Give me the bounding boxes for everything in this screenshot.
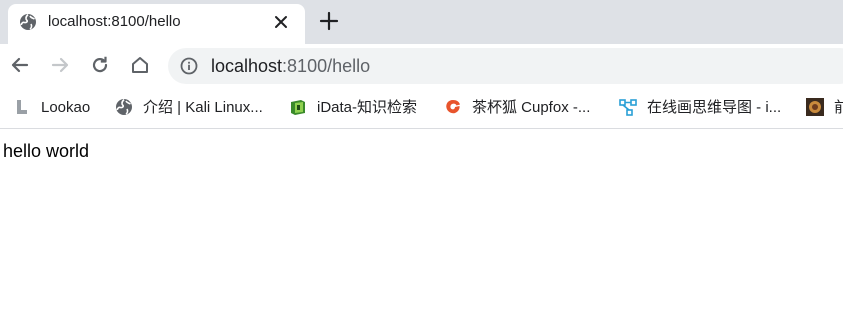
bookmark-label: 前 bbox=[834, 99, 843, 116]
idata-book-icon bbox=[289, 98, 307, 116]
page-content: hello world bbox=[0, 129, 843, 326]
plus-icon[interactable] bbox=[318, 10, 340, 32]
bookmark-label: iData-知识检索 bbox=[317, 99, 418, 116]
address-bar[interactable]: localhost:8100/hello bbox=[168, 48, 843, 84]
reload-icon[interactable] bbox=[89, 54, 111, 76]
lookao-logo-icon bbox=[13, 98, 31, 116]
bookmark-label: 在线画思维导图 - i... bbox=[647, 99, 782, 116]
toolbar: localhost:8100/hello bbox=[0, 44, 843, 88]
bookmarks-bar: Lookao 介绍 | Kali Linux... iData-知识检索 茶杯狐… bbox=[0, 88, 843, 129]
page-body-text: hello world bbox=[3, 141, 90, 161]
url-host: localhost bbox=[211, 56, 283, 76]
tab-strip: localhost:8100/hello bbox=[0, 0, 843, 44]
bookmark-label: Lookao bbox=[41, 99, 91, 116]
globe-icon bbox=[115, 98, 133, 116]
tab-title: localhost:8100/hello bbox=[48, 13, 181, 30]
mindmap-icon bbox=[619, 98, 637, 116]
cupfox-logo-icon bbox=[444, 98, 462, 116]
home-icon[interactable] bbox=[129, 54, 151, 76]
browser-window: localhost:8100/hello localhost:8100/hell… bbox=[0, 0, 843, 326]
globe-icon bbox=[19, 13, 37, 31]
arrow-left-icon[interactable] bbox=[9, 54, 31, 76]
url-path: :8100/hello bbox=[282, 56, 371, 76]
close-icon[interactable] bbox=[272, 13, 290, 31]
thumbnail-icon bbox=[806, 98, 824, 116]
arrow-right-icon[interactable] bbox=[49, 54, 71, 76]
info-icon[interactable] bbox=[180, 57, 198, 75]
active-tab[interactable]: localhost:8100/hello bbox=[8, 4, 305, 44]
bookmark-label: 茶杯狐 Cupfox -... bbox=[472, 99, 591, 116]
url-text: localhost:8100/hello bbox=[211, 56, 370, 76]
bookmark-label: 介绍 | Kali Linux... bbox=[143, 99, 263, 116]
